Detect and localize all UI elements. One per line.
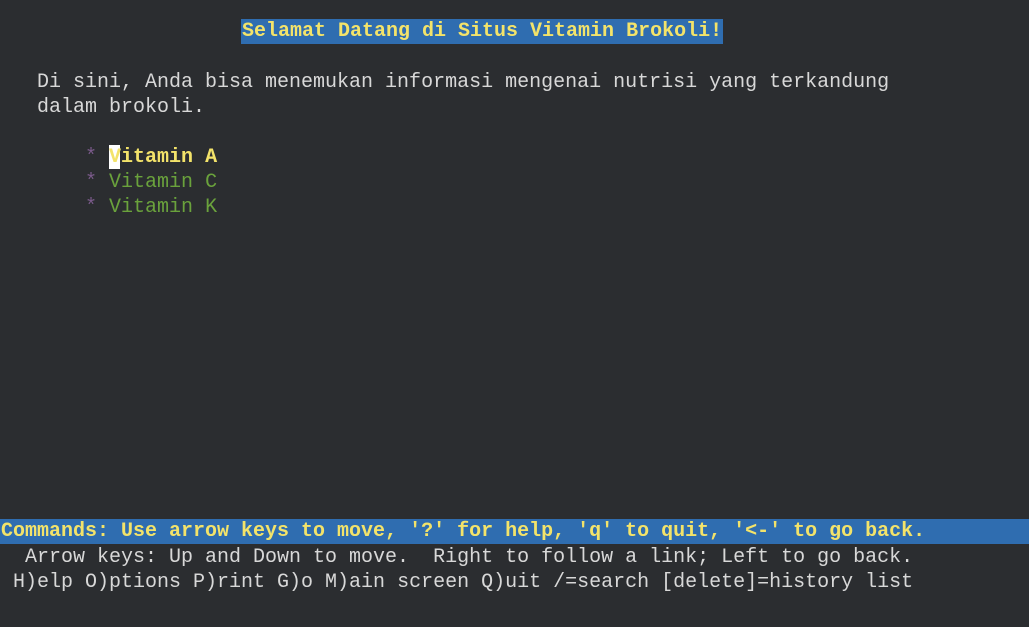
list-item: * Vitamin K xyxy=(61,170,217,219)
list-item: * Vitamin A xyxy=(61,120,217,169)
intro-text-line-2: dalam brokoli. xyxy=(37,96,206,119)
bullet-icon: * xyxy=(85,196,98,219)
help-line-navigation: Arrow keys: Up and Down to move. Right t… xyxy=(25,546,914,569)
link-vitamin-k[interactable]: Vitamin K xyxy=(109,196,217,219)
list-item: * Vitamin C xyxy=(61,145,217,194)
commands-bar: Commands: Use arrow keys to move, '?' fo… xyxy=(0,519,1029,544)
intro-text-line-1: Di sini, Anda bisa menemukan informasi m… xyxy=(37,71,890,94)
page-title: Selamat Datang di Situs Vitamin Brokoli! xyxy=(241,19,724,44)
help-line-shortcuts: H)elp O)ptions P)rint G)o M)ain screen Q… xyxy=(13,571,914,594)
